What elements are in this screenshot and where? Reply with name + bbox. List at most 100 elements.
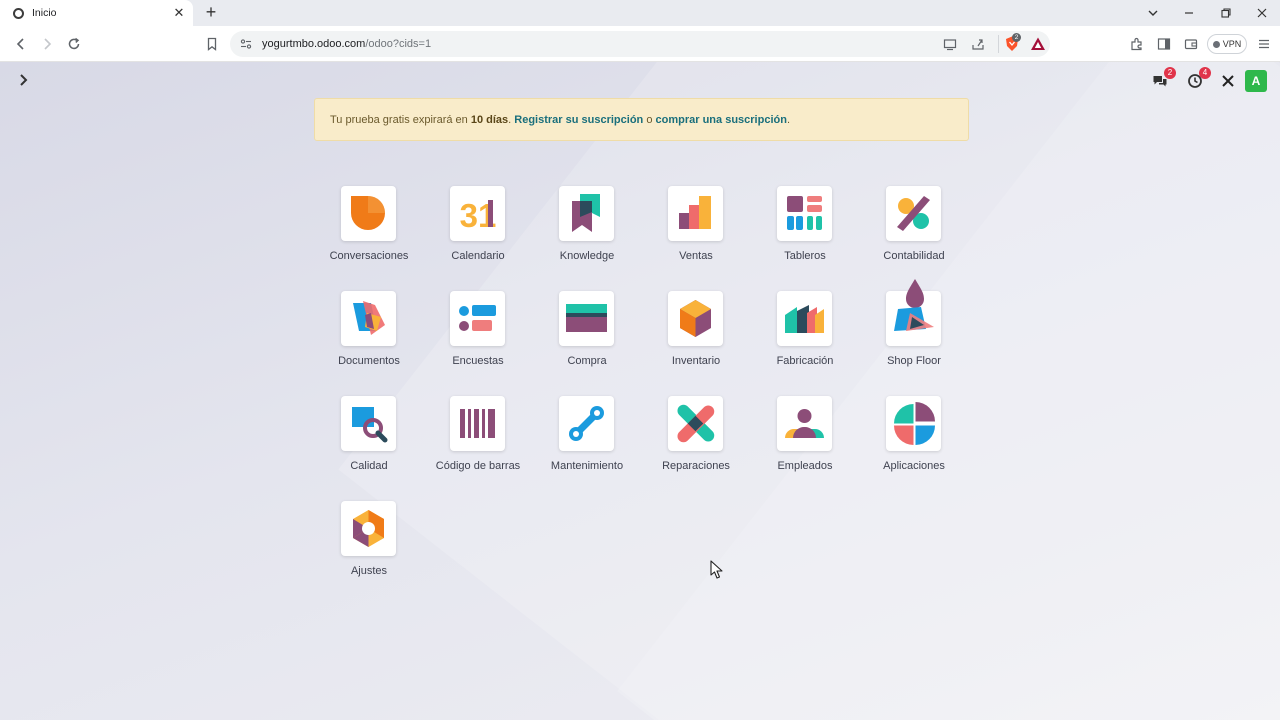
app-compra[interactable]: Compra [532,291,642,383]
user-avatar[interactable]: A [1245,70,1267,92]
app-label: Shop Floor [887,355,941,367]
tab-close-icon[interactable]: ✕ [171,5,187,21]
app-fabricacion[interactable]: Fabricación [750,291,860,383]
app-conversaciones[interactable]: Conversaciones [314,186,424,278]
app-label: Reparaciones [662,460,730,472]
app-label: Documentos [338,355,400,367]
tab-title: Inicio [32,7,57,19]
app-label: Ventas [679,250,713,262]
banner-separator: . [786,113,791,126]
mouse-cursor-icon [710,560,723,579]
app-mantenimiento[interactable]: Mantenimiento [532,396,642,488]
shop-floor-icon [886,279,941,346]
codigo-barras-icon [450,396,505,451]
app-knowledge[interactable]: Knowledge [532,186,642,278]
share-icon[interactable] [971,37,985,51]
app-label: Contabilidad [883,250,945,262]
empleados-icon [777,396,832,451]
cast-icon[interactable] [943,37,957,51]
app-calidad[interactable]: Calidad [314,396,424,488]
brave-rewards-icon[interactable] [1030,36,1046,52]
url-text[interactable]: yogurtmbo.odoo.com/odoo?cids=1 [262,38,431,50]
knowledge-icon [559,186,614,241]
app-contabilidad[interactable]: Contabilidad [859,186,969,278]
documentos-icon [341,291,396,346]
banner-days: 10 días [470,113,509,126]
conversaciones-icon [341,186,396,241]
inventario-icon [668,291,723,346]
messages-button[interactable]: 2 [1150,67,1176,92]
app-label: Ajustes [350,565,388,577]
browser-menu-icon[interactable] [1255,35,1273,53]
app-encuestas[interactable]: Encuestas [423,291,533,383]
calendario-icon: 31 [450,186,505,241]
activities-badge: 4 [1199,67,1211,79]
forward-button[interactable] [38,35,56,53]
address-bar[interactable]: yogurtmbo.odoo.com/odoo?cids=1 2 [230,31,1050,57]
app-label: Encuestas [452,355,504,367]
browser-tab-active[interactable]: Inicio ✕ [0,0,193,26]
app-label: Calendario [451,250,505,262]
new-tab-button[interactable]: + [202,2,220,22]
app-tableros[interactable]: Tableros [750,186,860,278]
app-label: Calidad [350,460,388,472]
back-button[interactable] [12,35,30,53]
app-ajustes[interactable]: Ajustes [314,501,424,593]
aplicaciones-icon [886,396,941,451]
app-label: Knowledge [559,250,615,262]
compra-icon [559,291,614,346]
tableros-icon [777,186,832,241]
app-ventas[interactable]: Ventas [641,186,751,278]
banner-text: Tu prueba gratis expirará en [330,113,471,126]
brave-shields-count: 2 [1012,33,1021,42]
extensions-icon[interactable] [1128,35,1146,53]
odoo-home-page: 2 4 A Tu prueba gratis expirará en 10 dí… [0,62,1280,720]
contabilidad-icon [886,186,941,241]
vpn-button[interactable]: VPN [1207,34,1247,54]
url-path: /odoo?cids=1 [365,38,432,50]
buy-subscription-link[interactable]: comprar una suscripción [656,114,787,126]
messages-badge: 2 [1164,67,1176,79]
ajustes-icon [341,501,396,556]
app-label: Conversaciones [329,250,409,262]
app-empleados[interactable]: Empleados [750,396,860,488]
close-window-button[interactable] [1244,0,1280,26]
restore-window-button[interactable] [1208,0,1244,26]
mantenimiento-icon [559,396,614,451]
trial-banner: Tu prueba gratis expirará en 10 días. Re… [314,98,969,141]
app-shop-floor[interactable]: Shop Floor [859,279,969,383]
chevron-right-icon[interactable] [16,72,32,88]
odoo-favicon-icon [13,7,24,19]
tools-icon [1222,75,1234,87]
app-aplicaciones[interactable]: Aplicaciones [859,396,969,488]
fabricacion-icon [777,291,832,346]
minimize-window-button[interactable] [1171,0,1207,26]
app-label: Aplicaciones [883,460,945,472]
register-subscription-link[interactable]: Registrar su suscripción [514,114,643,126]
banner-separator: o [643,113,656,126]
app-label: Fabricación [776,355,834,367]
app-label: Código de barras [435,460,521,472]
reparaciones-icon [668,396,723,451]
debug-tools-button[interactable] [1219,70,1237,92]
app-documentos[interactable]: Documentos [314,291,424,383]
reload-button[interactable] [65,35,83,53]
app-inventario[interactable]: Inventario [641,291,751,383]
site-info-icon[interactable] [240,38,252,50]
app-label: Compra [567,355,607,367]
tab-search-icon[interactable] [1135,0,1171,26]
browser-toolbar: yogurtmbo.odoo.com/odoo?cids=1 2 VPN [0,26,1280,62]
omnibox-divider [998,35,999,53]
app-codigo-barras[interactable]: Código de barras [423,396,533,488]
app-label: Tableros [784,250,826,262]
app-calendario[interactable]: 31 Calendario [423,186,533,278]
vpn-status-icon [1212,40,1220,48]
app-label: Inventario [671,355,721,367]
wallet-icon[interactable] [1182,35,1200,53]
app-reparaciones[interactable]: Reparaciones [641,396,751,488]
bookmark-icon[interactable] [203,35,221,53]
encuestas-icon [450,291,505,346]
activities-button[interactable]: 4 [1185,67,1211,92]
sidebar-panel-icon[interactable] [1155,35,1173,53]
ventas-icon [668,186,723,241]
